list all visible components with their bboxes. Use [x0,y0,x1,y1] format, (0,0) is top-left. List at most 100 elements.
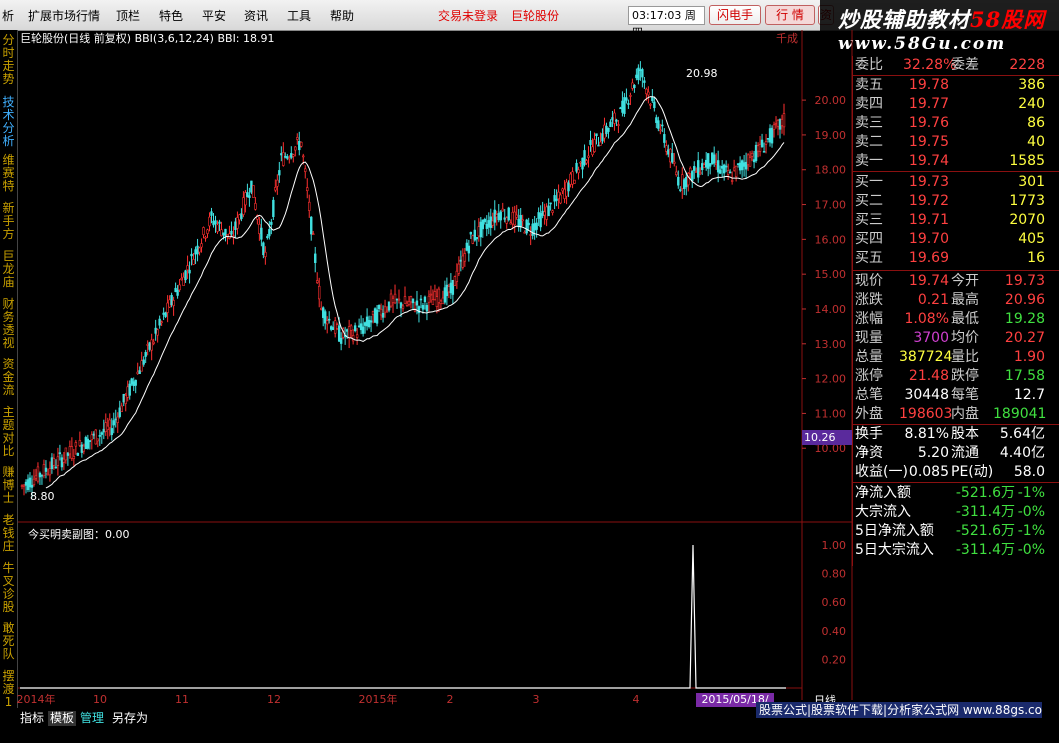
ask-price: 19.77 [908,96,949,112]
bottom-tab-save-as[interactable]: 另存为 [110,711,150,726]
candle-body [208,216,211,227]
candle-body [331,327,335,330]
candle-body [262,242,265,256]
candle-body [525,219,528,234]
candle-body [529,234,532,236]
x-tick-label: 2 [447,693,454,706]
candle-body [188,269,191,274]
candle-body [706,153,710,169]
stat-label: 量比 [951,349,979,365]
candle-body [304,168,307,172]
candle-body [64,447,68,461]
candle-body [645,88,648,95]
candle-body [160,321,163,324]
candle-body [230,230,233,235]
flow-value: -521.6万 [955,485,1015,501]
candle-body [593,139,596,152]
candle-body [621,100,624,113]
candle-body [54,466,58,469]
flow-row: 大宗流入 -311.4万 -0% [853,503,1049,522]
candle-body [679,189,682,191]
candle-body [325,320,329,325]
candle-body [595,133,598,137]
x-tick-label: 3 [533,693,540,706]
quote-panel: 委比 32.28% 委差 2228 卖五 19.78 386 卖四 19.77 240 卖三… [852,56,1059,566]
candle-body [764,141,768,145]
candle-body [607,127,610,132]
candle-body [22,484,26,487]
candle-body [329,326,333,330]
stat-label: 今开 [951,273,979,289]
y-tick-label: 17.00 [815,199,847,212]
candle-body [120,405,123,412]
candle-body [355,334,359,338]
candle-body [503,217,506,220]
flow-label: 5日大宗流入 [855,542,934,558]
candle-body [242,197,245,215]
candle-body [485,223,488,229]
candle-body [286,156,289,159]
candle-body [481,219,484,230]
candle-body [762,151,766,153]
candle-body [178,284,181,291]
candle-body [306,187,309,192]
candle-body [533,223,536,231]
candle-body [453,276,457,286]
stat-label: 涨幅 [855,311,883,327]
candle-body [483,218,486,223]
candle-body [708,163,712,167]
fund-label: 股本 [951,426,979,442]
y-tick-label: 20.00 [815,94,847,107]
candle-body [204,236,207,239]
bid-row: 买四 19.70 405 [853,230,1049,249]
stat-value: 12.7 [1013,387,1045,403]
candle-body [750,152,754,157]
ad-banner[interactable]: 股票公式|股票软件下载|分析家公式网 www.88gs.com [756,702,1042,718]
candle-body [405,302,409,306]
candle-body [214,220,217,225]
candle-body [172,300,175,306]
candle-body [463,253,467,262]
fund-value: 4.40亿 [999,445,1045,461]
bottom-tab-manage[interactable]: 管理 [78,711,106,726]
candle-body [627,103,630,105]
candle-body [479,221,482,238]
candle-body [212,220,215,226]
candle-body [497,213,500,221]
sub-y-tick-label: 0.80 [822,568,847,581]
candle-body [320,308,323,310]
candle-body [681,174,684,189]
flow-value: -311.4万 [955,504,1015,520]
candle-body [577,169,580,174]
bottom-tab-indicator[interactable]: 指标 [18,711,46,726]
flow-pct: -1% [1017,485,1045,501]
candle-body [663,134,666,143]
candle-body [613,112,616,124]
stat-value: 20.27 [1004,330,1045,346]
candle-body [387,301,391,311]
candle-body [563,188,566,199]
candle-body [308,201,311,211]
stat-label: 每笔 [951,387,979,403]
fund-label: 净资 [855,445,883,461]
candle-body [543,211,546,216]
candle-body [495,214,498,218]
candle-body [357,325,361,328]
candle-body [310,216,313,235]
bid-row: 买一 19.73 301 [853,173,1049,192]
fund-value: 5.64亿 [999,426,1045,442]
stat-label: 外盘 [855,406,883,422]
candle-body [100,432,103,435]
candle-body [639,69,642,71]
candle-body [553,195,556,202]
candle-body [399,302,403,309]
candle-body [144,351,147,357]
candle-body [732,167,736,171]
ask-label: 卖二 [855,134,883,150]
candle-body [766,138,770,140]
candle-body [401,305,405,309]
candle-body [72,456,76,459]
bottom-tab-template[interactable]: 模板 [48,711,77,726]
candle-body [248,195,251,199]
bid-row: 买三 19.71 2070 [853,211,1049,230]
